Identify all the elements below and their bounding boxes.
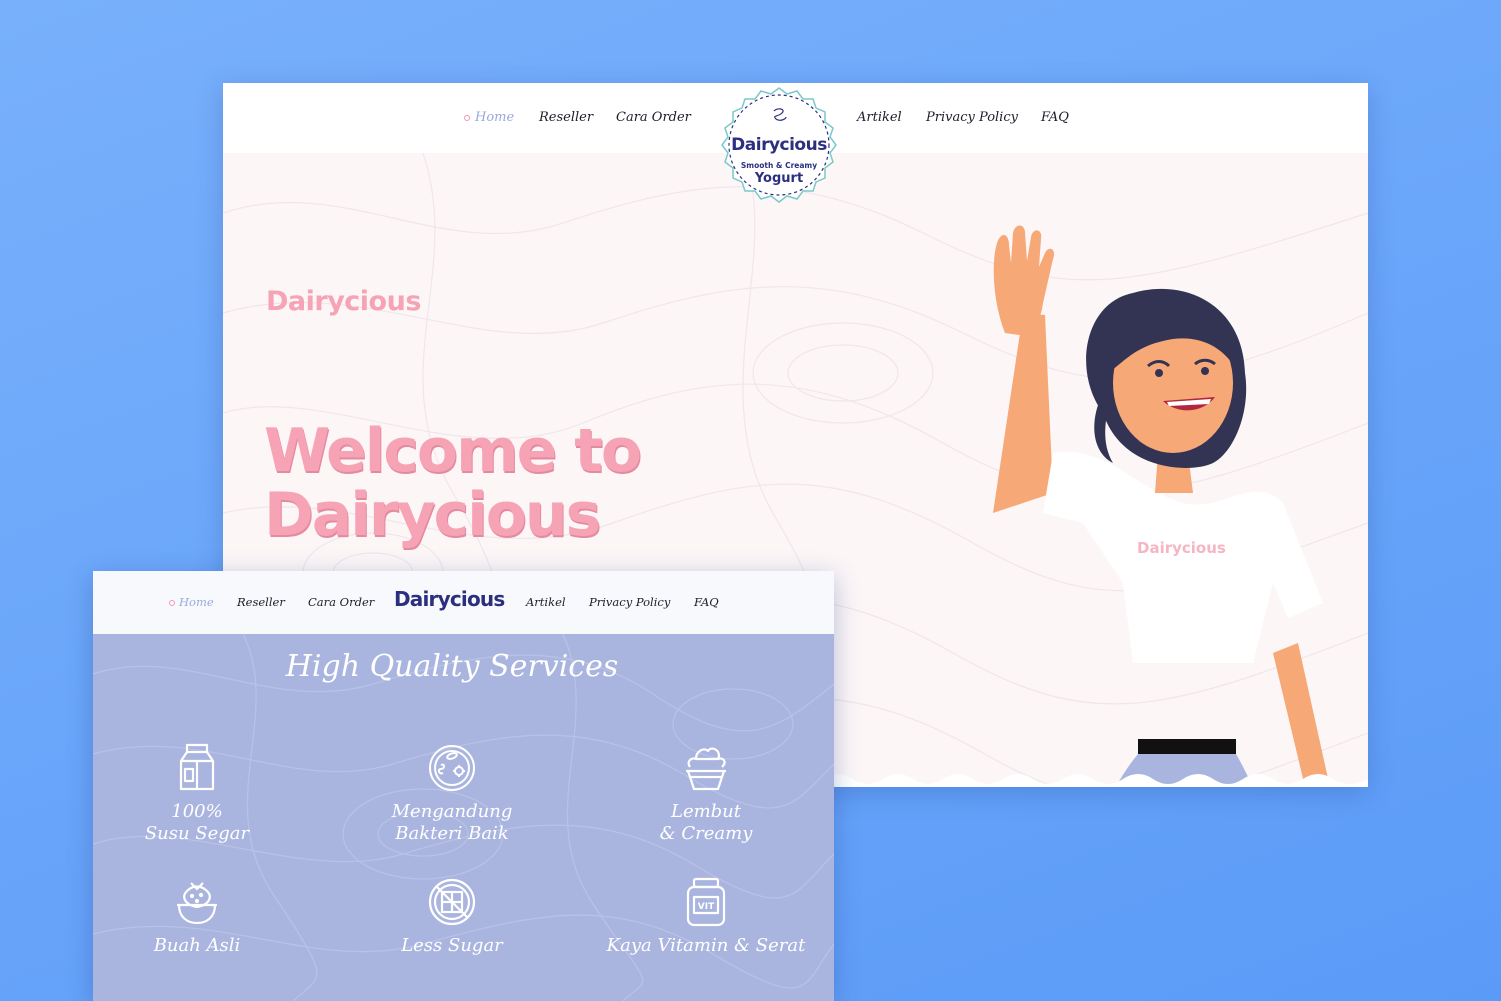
- feature-label-line2: & Creamy: [659, 823, 753, 844]
- services-navbar: Home Reseller Cara Order Dairycious Arti…: [93, 571, 834, 634]
- nav-home[interactable]: Home: [475, 110, 514, 125]
- badge-product: Yogurt: [754, 171, 804, 186]
- feature-label-line1: Less Sugar: [401, 935, 503, 956]
- yogurt-cup-icon: [686, 747, 726, 791]
- feature-real-fruit: Buah Asli: [93, 877, 317, 957]
- nav-privacy-policy[interactable]: Privacy Policy: [926, 110, 1018, 125]
- feature-label-line1: Mengandung: [391, 801, 513, 822]
- active-nav-dot: [464, 115, 470, 121]
- svg-text:VIT: VIT: [698, 902, 715, 912]
- nav-reseller[interactable]: Reseller: [237, 595, 285, 609]
- services-page-window: Home Reseller Cara Order Dairycious Arti…: [93, 571, 834, 1001]
- vitamin-jar-icon: VIT: [686, 877, 726, 927]
- active-nav-dot: [169, 600, 175, 606]
- shirt-logo-text: Dairycious: [1137, 539, 1226, 557]
- nav-brand-logo[interactable]: Dairycious: [394, 587, 505, 611]
- services-heading: High Quality Services: [285, 649, 619, 684]
- feature-label-line1: 100%: [171, 801, 223, 822]
- nav-artikel[interactable]: Artikel: [526, 595, 566, 609]
- feature-label-line1: Kaya Vitamin & Serat: [606, 935, 806, 956]
- milk-carton-icon: [179, 743, 215, 791]
- feature-label-line2: Bakteri Baik: [395, 823, 509, 844]
- headline-line-2: Dairycious: [264, 480, 601, 550]
- nav-cara-order[interactable]: Cara Order: [616, 110, 691, 125]
- nav-privacy-policy[interactable]: Privacy Policy: [589, 595, 670, 609]
- headline-line-1: Welcome to: [264, 416, 642, 486]
- feature-smooth-creamy: Lembut & Creamy: [586, 743, 826, 845]
- feature-fresh-milk: 100% Susu Segar: [93, 743, 317, 845]
- nav-artikel[interactable]: Artikel: [857, 110, 902, 125]
- feature-vitamin-fiber: VIT Kaya Vitamin & Serat: [586, 877, 826, 957]
- feature-less-sugar: Less Sugar: [332, 877, 572, 957]
- badge-tagline: Smooth & Creamy: [740, 161, 818, 170]
- bacteria-icon: [429, 745, 475, 791]
- hero-headline: Welcome to Dairycious: [264, 419, 744, 547]
- strawberry-bowl-icon: [177, 882, 217, 925]
- feature-good-bacteria: Mengandung Bakteri Baik: [332, 743, 572, 845]
- no-sugar-icon: [428, 878, 476, 926]
- nav-home[interactable]: Home: [179, 595, 214, 609]
- feature-label-line1: Buah Asli: [153, 935, 241, 956]
- badge-brand-text: Dairycious: [731, 135, 827, 155]
- nav-faq[interactable]: FAQ: [694, 595, 719, 609]
- waving-girl-illustration: [993, 225, 1329, 787]
- hero-logo-text: Dairycious: [266, 286, 421, 317]
- nav-cara-order[interactable]: Cara Order: [308, 595, 374, 609]
- feature-label-line2: Susu Segar: [144, 823, 250, 844]
- nav-reseller[interactable]: Reseller: [539, 110, 593, 125]
- nav-faq[interactable]: FAQ: [1041, 110, 1069, 125]
- brand-badge-logo[interactable]: Dairycious Smooth & Creamy Yogurt: [716, 85, 842, 211]
- feature-label-line1: Lembut: [670, 801, 742, 822]
